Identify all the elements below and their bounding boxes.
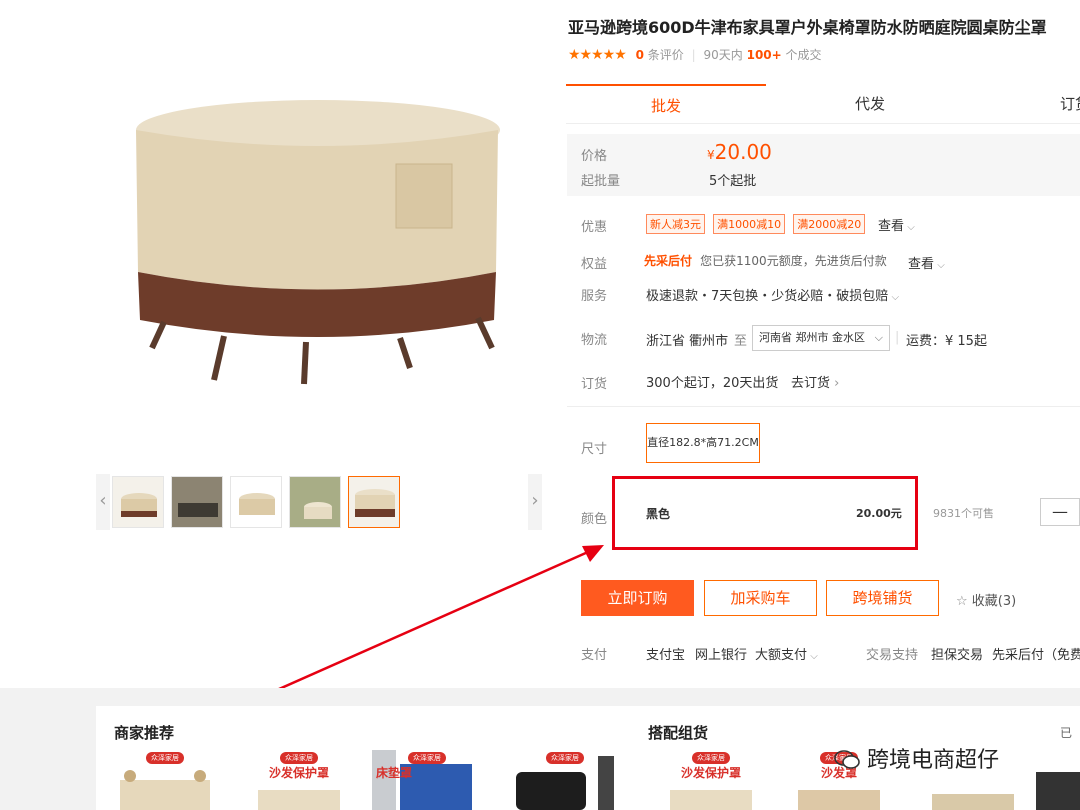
payment-large[interactable]: 大额支付 ⌵: [755, 644, 818, 663]
add-to-cart-button[interactable]: 加采购车: [704, 580, 817, 616]
rec-item[interactable]: 众泽家居: [110, 750, 220, 810]
wechat-icon: [834, 748, 860, 770]
watermark: 跨境电商超仔: [834, 742, 999, 774]
payment-label: 支付: [581, 648, 608, 663]
trade-support-label: 交易支持: [866, 648, 919, 663]
right-link[interactable]: 已: [1060, 724, 1072, 741]
buy-now-button[interactable]: 立即订购: [581, 580, 694, 616]
payment-alipay: 支付宝: [646, 648, 686, 663]
chevron-down-icon: ⌵: [807, 651, 818, 662]
payment-online-bank: 网上银行: [695, 648, 748, 663]
trade-pay-later: 先采后付（免费: [992, 648, 1080, 663]
trade-escrow: 担保交易: [931, 648, 984, 663]
star-outline-icon: ☆: [956, 594, 968, 609]
favorite-button[interactable]: ☆ 收藏(3): [956, 590, 1016, 609]
rec-item[interactable]: [1036, 750, 1080, 810]
rec-item[interactable]: 众泽家居 沙发保护罩: [656, 750, 766, 810]
rec-item[interactable]: 众泽家居: [510, 750, 620, 810]
bundle-title: 搭配组货: [648, 724, 709, 742]
cross-border-button[interactable]: 跨境铺货: [826, 580, 939, 616]
rec-item[interactable]: 众泽家居 沙发保护罩: [244, 750, 354, 810]
merchant-recommend-title: 商家推荐: [114, 724, 175, 742]
rec-item[interactable]: 众泽家居 床垫罩: [372, 750, 482, 810]
